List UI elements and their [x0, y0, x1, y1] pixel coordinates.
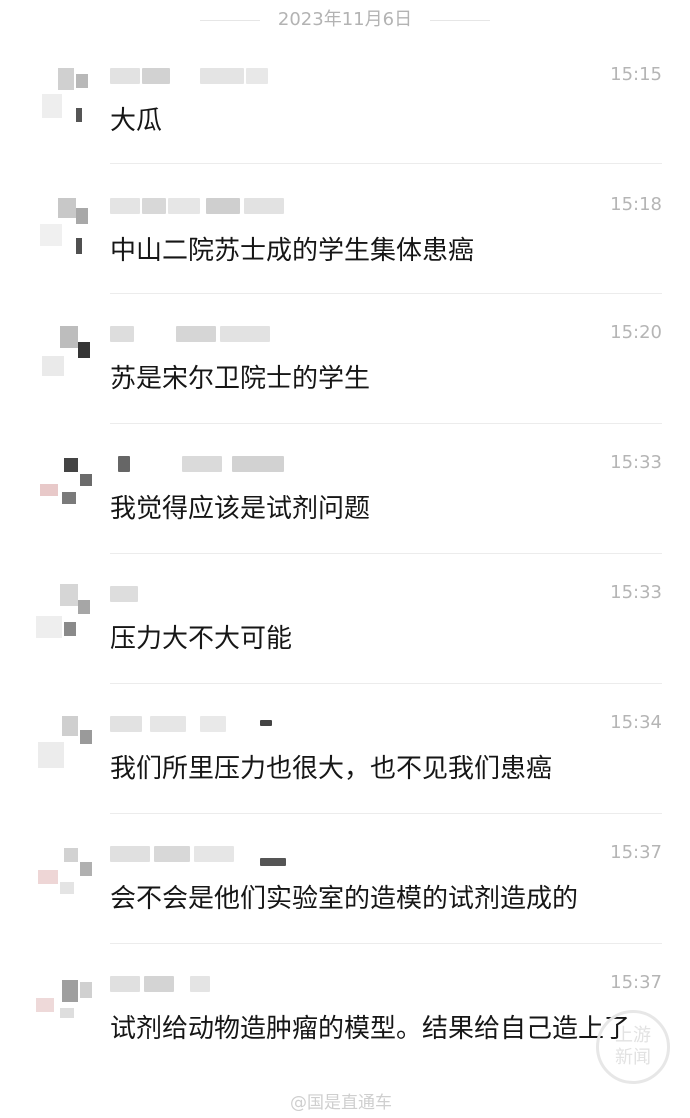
avatar-blurred [36, 582, 96, 662]
message-text: 我们所里压力也很大，也不见我们患癌 [110, 754, 553, 784]
chat-message[interactable]: 15:33 压力大不大可能 [0, 582, 690, 682]
avatar-blurred [36, 712, 96, 792]
chat-message[interactable]: 15:20 苏是宋尔卫院士的学生 [0, 322, 690, 422]
message-divider [110, 553, 662, 554]
message-time: 15:33 [610, 582, 662, 603]
message-time: 15:37 [610, 972, 662, 993]
chat-message[interactable]: 15:15 大瓜 [0, 64, 690, 164]
chat-message[interactable]: 15:37 试剂给动物造肿瘤的模型。结果给自己造上了 [0, 972, 690, 1102]
message-text: 大瓜 [110, 106, 163, 136]
avatar-blurred [36, 64, 96, 144]
message-time: 15:33 [610, 452, 662, 473]
message-divider [110, 813, 662, 814]
news-watermark-logo: 上游 新闻 [596, 1010, 670, 1084]
avatar-blurred [36, 842, 96, 922]
message-divider [110, 943, 662, 944]
chat-message[interactable]: 15:34 我们所里压力也很大，也不见我们患癌 [0, 712, 690, 812]
chat-message[interactable]: 15:18 中山二院苏士成的学生集体患癌 [0, 194, 690, 294]
message-divider [110, 683, 662, 684]
message-text: 苏是宋尔卫院士的学生 [110, 364, 371, 394]
avatar-blurred [36, 972, 96, 1052]
date-divider-right [430, 20, 490, 21]
chat-date-header: 2023年11月6日 [277, 9, 413, 30]
message-time: 15:18 [610, 194, 662, 215]
watermark-logo-line1: 上游 [615, 1025, 651, 1046]
message-text: 压力大不大可能 [110, 624, 293, 654]
avatar-blurred [36, 452, 96, 532]
message-divider [110, 293, 662, 294]
message-text: 试剂给动物造肿瘤的模型。结果给自己造上了 [110, 1014, 631, 1044]
message-divider [110, 423, 662, 424]
message-divider [110, 163, 662, 164]
watermark-logo-line2: 新闻 [615, 1047, 651, 1068]
chat-message[interactable]: 15:37 会不会是他们实验室的造模的试剂造成的 [0, 842, 690, 942]
message-time: 15:37 [610, 842, 662, 863]
chat-message[interactable]: 15:33 我觉得应该是试剂问题 [0, 452, 690, 552]
message-time: 15:15 [610, 64, 662, 85]
avatar-blurred [36, 322, 96, 402]
message-text: 会不会是他们实验室的造模的试剂造成的 [110, 884, 579, 914]
message-time: 15:34 [610, 712, 662, 733]
message-time: 15:20 [610, 322, 662, 343]
message-text: 我觉得应该是试剂问题 [110, 494, 371, 524]
message-text: 中山二院苏士成的学生集体患癌 [110, 236, 475, 266]
avatar-blurred [36, 194, 96, 274]
weibo-watermark: @国是直通车 [290, 1093, 392, 1113]
